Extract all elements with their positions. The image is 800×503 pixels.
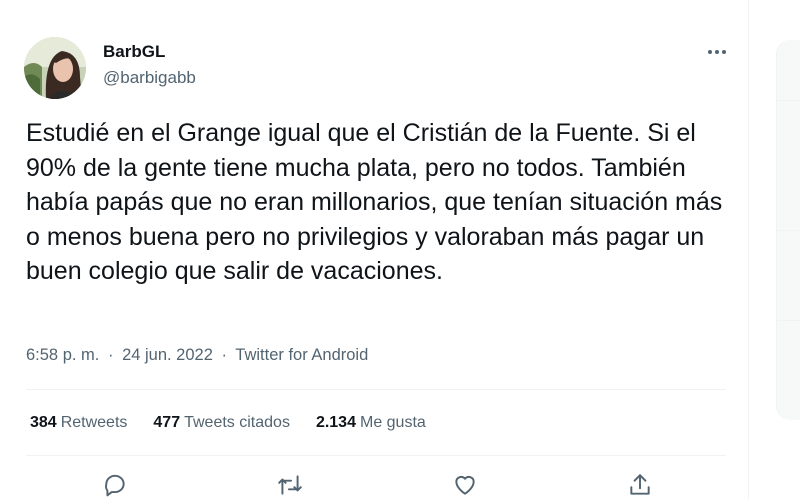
sidebar-divider: [776, 100, 800, 101]
engagement-stats: 384 Retweets 477 Tweets citados 2.134 Me gu…: [30, 414, 426, 432]
tweet-text: Estudié en el Grange igual que el Cristi…: [26, 119, 723, 286]
quotes-count: 477: [153, 414, 181, 431]
likes-count: 2.134: [315, 414, 356, 431]
likes-label: Me gusta: [359, 414, 426, 431]
tweet-card: BarbGL @barbigabb Estudié en el Grange i…: [0, 0, 749, 499]
tweet-time[interactable]: 6:58 p. m.: [26, 346, 99, 364]
share-icon[interactable]: [627, 472, 653, 498]
retweets-count: 384: [30, 414, 57, 431]
tweet-source[interactable]: Twitter for Android: [235, 346, 368, 364]
tweet-actions: [0, 468, 748, 499]
author-handle[interactable]: @barbigabb: [103, 68, 196, 88]
meta-separator: ·: [221, 346, 228, 364]
tweet-date[interactable]: 24 jun. 2022: [122, 346, 213, 364]
retweet-icon[interactable]: [277, 472, 303, 498]
quote-tweets-stat[interactable]: 477 Tweets citados: [153, 414, 290, 432]
meta-separator: ·: [107, 346, 114, 364]
divider: [26, 455, 726, 456]
sidebar-divider: [776, 320, 800, 321]
likes-stat[interactable]: 2.134 Me gusta: [316, 414, 426, 432]
retweets-stat[interactable]: 384 Retweets: [30, 414, 127, 432]
reply-icon[interactable]: [102, 472, 128, 498]
avatar[interactable]: [24, 37, 86, 99]
tweet-metadata: 6:58 p. m. · 24 jun. 2022 · Twitter for …: [26, 346, 368, 365]
divider: [26, 389, 726, 390]
sidebar-divider: [776, 230, 800, 231]
like-icon[interactable]: [452, 472, 478, 498]
retweets-label: Retweets: [60, 414, 128, 431]
author-display-name[interactable]: BarbGL: [103, 42, 165, 62]
more-options-icon[interactable]: [704, 42, 730, 62]
quotes-label: Tweets citados: [184, 414, 290, 431]
